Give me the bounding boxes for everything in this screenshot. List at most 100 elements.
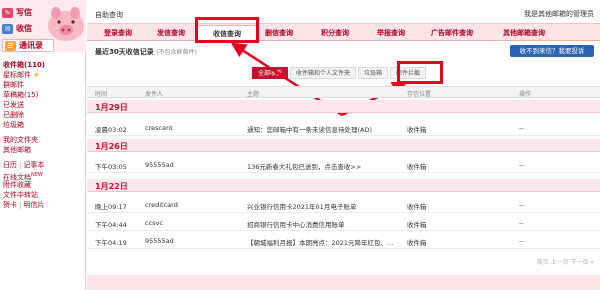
- cell-sender: ccsvc: [145, 219, 163, 227]
- file-transfer-link[interactable]: 文件中转站: [0, 190, 86, 200]
- tab-ad-mail-query[interactable]: 广告邮件查询: [417, 25, 487, 42]
- complaint-button[interactable]: 收不到来信？我要投诉: [510, 45, 594, 57]
- cell-time: 晚上09:17: [95, 203, 127, 211]
- tab-received-query[interactable]: 收信查询: [197, 25, 257, 42]
- contacts-button[interactable]: ☰ 通讯录: [2, 39, 54, 52]
- sidebar: ✎ 写信 ✉ 收信 ☰ 通讯录 收件箱(110) 星标邮件 ★ 群邮件 草稿箱(…: [0, 0, 86, 290]
- cell-time: 下午04:19: [95, 239, 127, 247]
- query-tabs: 登录查询 发信查询 收信查询 删信查询 积分查询 举报查询 广告邮件查询 其他邮…: [87, 23, 600, 42]
- page-title: 自助查询: [95, 11, 123, 19]
- pig-mascot-icon: [48, 7, 84, 41]
- table-row[interactable]: 凌晨03:02 crescent 通知：您邮箱中有一条未读信息待处理(AD) 收…: [87, 119, 600, 136]
- cell-sender: creditcard: [145, 201, 178, 209]
- cell-location: 收件箱: [407, 126, 427, 134]
- cell-sender: crescent: [145, 124, 173, 132]
- section-note: (不包含群邮件): [156, 49, 197, 56]
- pagination[interactable]: 首页 上一页 下一页 »: [537, 257, 594, 266]
- calendar-link[interactable]: 日历: [3, 161, 17, 169]
- top-bar: 自助查询 我是其他邮箱的管理员: [87, 0, 600, 24]
- cell-sender: 95555ad: [145, 237, 174, 245]
- tab-sent-query[interactable]: 发信查询: [145, 25, 197, 42]
- star-icon: ★: [33, 71, 40, 79]
- cell-time: 凌晨03:02: [95, 126, 127, 134]
- inbox-button[interactable]: ✉ 收信: [2, 22, 32, 35]
- column-header: 时间: [95, 91, 108, 98]
- folder-inbox[interactable]: 收件箱(110): [0, 60, 86, 70]
- date-group: 1月22日: [87, 179, 600, 192]
- date-group-label: 1月26日: [95, 142, 128, 151]
- filter-bar: 全部收信 收件箱和个人文件夹 垃圾箱 邮件拦截: [252, 67, 428, 79]
- pencil-icon: ✎: [2, 7, 13, 18]
- table-row[interactable]: 下午04:19 95555ad 【朝城福利月报】本期亮点：2021元降年红包、……: [87, 232, 600, 249]
- folder-drafts[interactable]: 草稿箱(15): [0, 90, 86, 100]
- notes-link[interactable]: 记事本: [23, 161, 44, 169]
- admin-link[interactable]: 我是其他邮箱的管理员: [524, 9, 594, 19]
- write-label: 写信: [16, 8, 32, 17]
- other-mailboxes-link[interactable]: 其他邮箱: [0, 145, 86, 155]
- cards-row: 贺卡 | 明信片: [0, 200, 86, 210]
- folder-group-mail[interactable]: 群邮件: [0, 80, 86, 90]
- filter-blocked[interactable]: 邮件拦截: [390, 67, 427, 79]
- inbox-label: 收信: [16, 24, 32, 33]
- folder-list: 收件箱(110) 星标邮件 ★ 群邮件 草稿箱(15) 已发送 已删除 垃圾箱 …: [0, 60, 86, 210]
- column-header: 发件人: [145, 91, 164, 98]
- table-row[interactable]: 晚上09:17 creditcard 兴业银行信用卡2021年01月电子账单 收…: [87, 196, 600, 213]
- date-group-label: 1月22日: [95, 182, 128, 191]
- cell-subject: 【朝城福利月报】本期亮点：2021元降年红包、…: [247, 239, 394, 247]
- postcards-link[interactable]: 明信片: [23, 201, 44, 209]
- table-header: 时间 发件人 主题 存信位置 操作: [87, 86, 600, 98]
- contacts-icon: ☰: [5, 40, 16, 51]
- cell-action: --: [519, 237, 524, 245]
- attachments-link[interactable]: 附件收藏: [0, 180, 86, 190]
- folder-spam[interactable]: 垃圾箱: [0, 120, 86, 130]
- calendar-notes-row: 日历 | 记事本: [0, 160, 86, 170]
- section-title-text: 最近30天收信记录: [95, 48, 154, 56]
- table-row[interactable]: 下午04:44 ccsvc 招商银行信用卡中心消费信用账单 收件箱 --: [87, 214, 600, 231]
- cell-action: --: [519, 161, 524, 169]
- cell-location: 收件箱: [407, 221, 427, 229]
- tab-login-query[interactable]: 登录查询: [91, 25, 145, 42]
- tab-other-mailbox-query[interactable]: 其他邮箱查询: [489, 25, 559, 42]
- folder-sent[interactable]: 已发送: [0, 100, 86, 110]
- cell-location: 收件箱: [407, 239, 427, 247]
- my-folders-link[interactable]: 我的文件夹: [0, 135, 86, 145]
- tab-report-query[interactable]: 举报查询: [363, 25, 419, 42]
- cell-time: 下午03:05: [95, 163, 127, 171]
- filter-inbox-folders[interactable]: 收件箱和个人文件夹: [290, 67, 357, 79]
- filter-spam[interactable]: 垃圾箱: [358, 67, 389, 79]
- footer-band: [87, 275, 600, 290]
- column-header: 存信位置: [407, 91, 432, 98]
- cell-location: 收件箱: [407, 163, 427, 171]
- main-panel: 自助查询 我是其他邮箱的管理员 登录查询 发信查询 收信查询 删信查询 积分查询…: [87, 0, 600, 290]
- separator: |: [19, 161, 22, 169]
- table-row[interactable]: 下午03:05 95555ad 136元新春大礼包已送到，点击查收>> 收件箱 …: [87, 156, 600, 173]
- cell-action: --: [519, 201, 524, 209]
- date-group-label: 1月29日: [95, 103, 128, 112]
- cards-link[interactable]: 贺卡: [3, 201, 17, 209]
- date-group: 1月29日: [87, 100, 600, 113]
- cell-action: --: [519, 219, 524, 227]
- envelope-icon: ✉: [2, 23, 13, 34]
- write-button[interactable]: ✎ 写信: [2, 6, 32, 19]
- cell-subject: 招商银行信用卡中心消费信用账单: [247, 221, 345, 229]
- tab-points-query[interactable]: 积分查询: [307, 25, 363, 42]
- cell-subject: 136元新春大礼包已送到，点击查收>>: [247, 163, 362, 171]
- cell-sender: 95555ad: [145, 161, 174, 169]
- cell-subject: 兴业银行信用卡2021年01月电子账单: [247, 203, 357, 211]
- column-header: 主题: [247, 91, 260, 98]
- folder-starred[interactable]: 星标邮件 ★: [0, 70, 86, 80]
- new-badge: NEW: [31, 172, 43, 178]
- cell-location: 收件箱: [407, 203, 427, 211]
- folder-deleted[interactable]: 已删除: [0, 110, 86, 120]
- column-header: 操作: [519, 91, 532, 98]
- online-docs-link[interactable]: 在线文档NEW: [0, 170, 86, 181]
- sidebar-header: ✎ 写信 ✉ 收信 ☰ 通讯录: [0, 0, 86, 52]
- tab-deleted-query[interactable]: 删信查询: [251, 25, 307, 42]
- filter-all[interactable]: 全部收信: [252, 67, 289, 79]
- date-group: 1月26日: [87, 139, 600, 152]
- contacts-label: 通讯录: [19, 41, 43, 50]
- cell-time: 下午04:44: [95, 221, 127, 229]
- folder-starred-label: 星标邮件: [3, 71, 31, 79]
- section-title: 最近30天收信记录 (不包含群邮件): [95, 47, 197, 57]
- cell-action: --: [519, 124, 524, 132]
